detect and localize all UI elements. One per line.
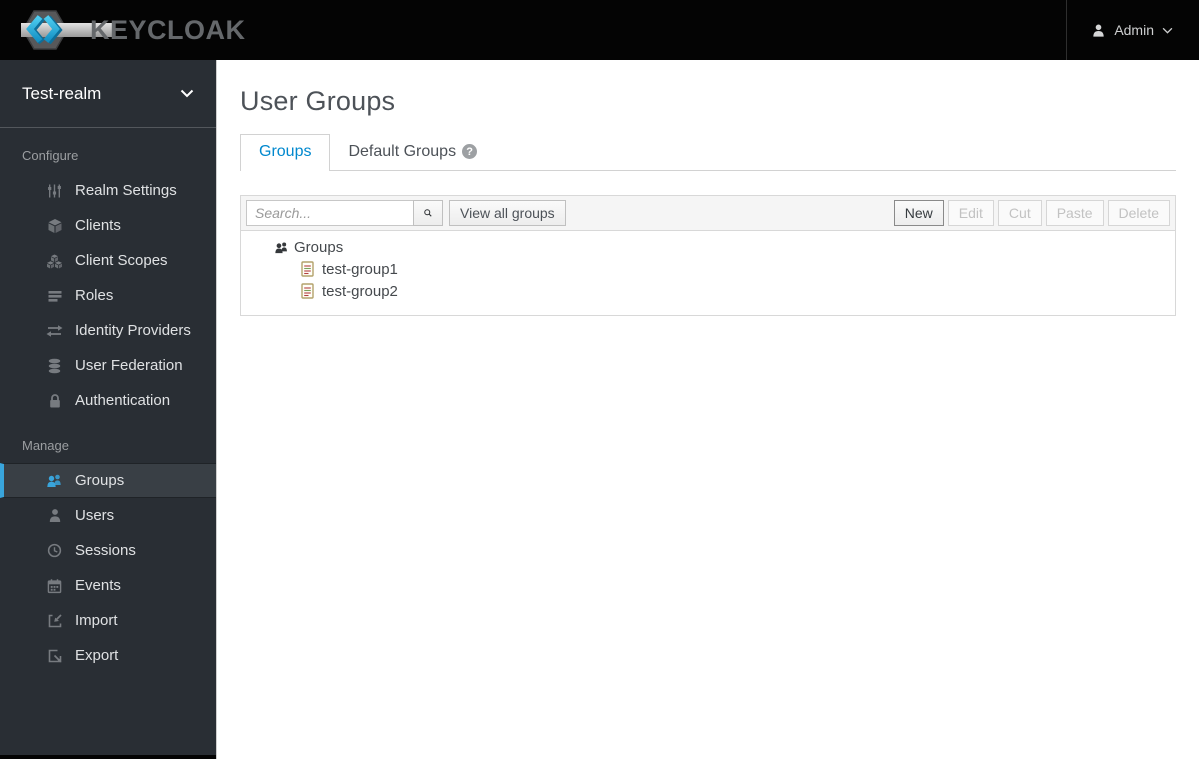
users-icon	[274, 241, 290, 254]
cube-icon	[45, 217, 64, 234]
export-icon	[45, 647, 64, 664]
sidebar-item-label: Client Scopes	[75, 252, 168, 269]
paste-button[interactable]: Paste	[1045, 200, 1104, 226]
sidebar-item-client-scopes[interactable]: Client Scopes	[0, 243, 216, 278]
sidebar-item-identity-providers[interactable]: Identity Providers	[0, 313, 216, 348]
tree-node-test-group2[interactable]: test-group2	[241, 280, 1175, 302]
edit-button[interactable]: Edit	[947, 200, 994, 226]
topbar: KEYCLOAK Admin	[0, 0, 1199, 60]
tab-label: Default Groups	[348, 142, 457, 160]
database-icon	[45, 357, 64, 374]
sidebar-item-import[interactable]: Import	[0, 603, 216, 638]
view-all-groups-button[interactable]: View all groups	[449, 200, 566, 226]
sidebar-item-users[interactable]: Users	[0, 498, 216, 533]
sidebar-item-roles[interactable]: Roles	[0, 278, 216, 313]
sidebar-item-export[interactable]: Export	[0, 638, 216, 673]
sidebar-item-label: Authentication	[75, 392, 171, 409]
sidebar-item-events[interactable]: Events	[0, 568, 216, 603]
tab-label: Groups	[259, 143, 312, 160]
groups-tree: Groups test-group1 test-group2	[240, 231, 1176, 316]
realm-name: Test-realm	[22, 83, 102, 103]
sidebar-item-label: Clients	[75, 217, 121, 234]
realm-selector[interactable]: Test-realm	[0, 60, 216, 128]
search-button[interactable]	[413, 200, 443, 226]
admin-menu[interactable]: Admin	[1066, 0, 1199, 60]
help-icon[interactable]: ?	[462, 144, 478, 159]
tab-groups[interactable]: Groups	[240, 134, 331, 171]
sliders-icon	[45, 182, 64, 199]
chevron-down-icon	[1162, 27, 1173, 34]
tree-node-test-group1[interactable]: test-group1	[241, 258, 1175, 280]
users-icon	[45, 472, 64, 489]
section-label-configure: Configure	[22, 148, 79, 163]
admin-username: Admin	[1114, 22, 1154, 38]
sidebar-item-label: Users	[75, 507, 115, 524]
cut-button[interactable]: Cut	[997, 200, 1042, 226]
import-icon	[45, 612, 64, 629]
main-content: User Groups Groups Default Groups ? View	[217, 60, 1199, 759]
sidebar-item-sessions[interactable]: Sessions	[0, 533, 216, 568]
sidebar-item-user-federation[interactable]: User Federation	[0, 348, 216, 383]
search-icon	[424, 209, 432, 217]
sidebar-item-label: User Federation	[75, 357, 183, 374]
chevron-down-icon	[180, 89, 194, 98]
sidebar-item-groups[interactable]: Groups	[0, 463, 216, 498]
file-icon	[301, 261, 314, 277]
tab-bar: Groups Default Groups ?	[240, 134, 1176, 171]
delete-button[interactable]: Delete	[1107, 200, 1170, 226]
sidebar-item-label: Roles	[75, 287, 114, 304]
new-button[interactable]: New	[893, 200, 944, 226]
sidebar-bottom-strip	[0, 755, 216, 759]
sidebar-item-label: Identity Providers	[75, 322, 191, 339]
tree-node-label: test-group1	[322, 260, 398, 278]
tree-node-label: test-group2	[322, 282, 398, 300]
tab-default-groups[interactable]: Default Groups ?	[330, 134, 495, 170]
clock-icon	[45, 542, 64, 559]
tree-actions: New Edit Cut Paste Delete	[893, 200, 1170, 226]
keycloak-logo: KEYCLOAK	[0, 0, 246, 60]
lock-icon	[45, 392, 64, 409]
groups-panel: View all groups New Edit Cut Paste Delet…	[240, 195, 1176, 316]
user-icon	[45, 507, 64, 524]
file-icon	[301, 283, 314, 299]
brand-name: KEYCLOAK	[90, 14, 246, 45]
sidebar-item-clients[interactable]: Clients	[0, 208, 216, 243]
sidebar-item-label: Sessions	[75, 542, 136, 559]
sidebar-item-label: Import	[75, 612, 118, 629]
user-icon	[1093, 24, 1104, 37]
exchange-icon	[45, 322, 64, 339]
cubes-icon	[45, 252, 64, 269]
page-title: User Groups	[240, 86, 396, 116]
sidebar-item-label: Realm Settings	[75, 182, 177, 199]
tree-node-label: Groups	[294, 238, 344, 256]
calendar-icon	[45, 577, 64, 594]
sidebar-item-realm-settings[interactable]: Realm Settings	[0, 173, 216, 208]
sidebar-item-label: Export	[75, 647, 119, 664]
tree-toolbar: View all groups New Edit Cut Paste Delet…	[240, 195, 1176, 231]
tree-root-groups[interactable]: Groups	[241, 236, 1175, 258]
list-icon	[45, 287, 64, 304]
search-input[interactable]	[246, 200, 414, 226]
section-label-manage: Manage	[22, 438, 69, 453]
sidebar: Test-realm Configure Realm Settings Clie…	[0, 60, 217, 759]
sidebar-item-label: Events	[75, 577, 121, 594]
sidebar-item-authentication[interactable]: Authentication	[0, 383, 216, 418]
sidebar-item-label: Groups	[75, 472, 125, 489]
